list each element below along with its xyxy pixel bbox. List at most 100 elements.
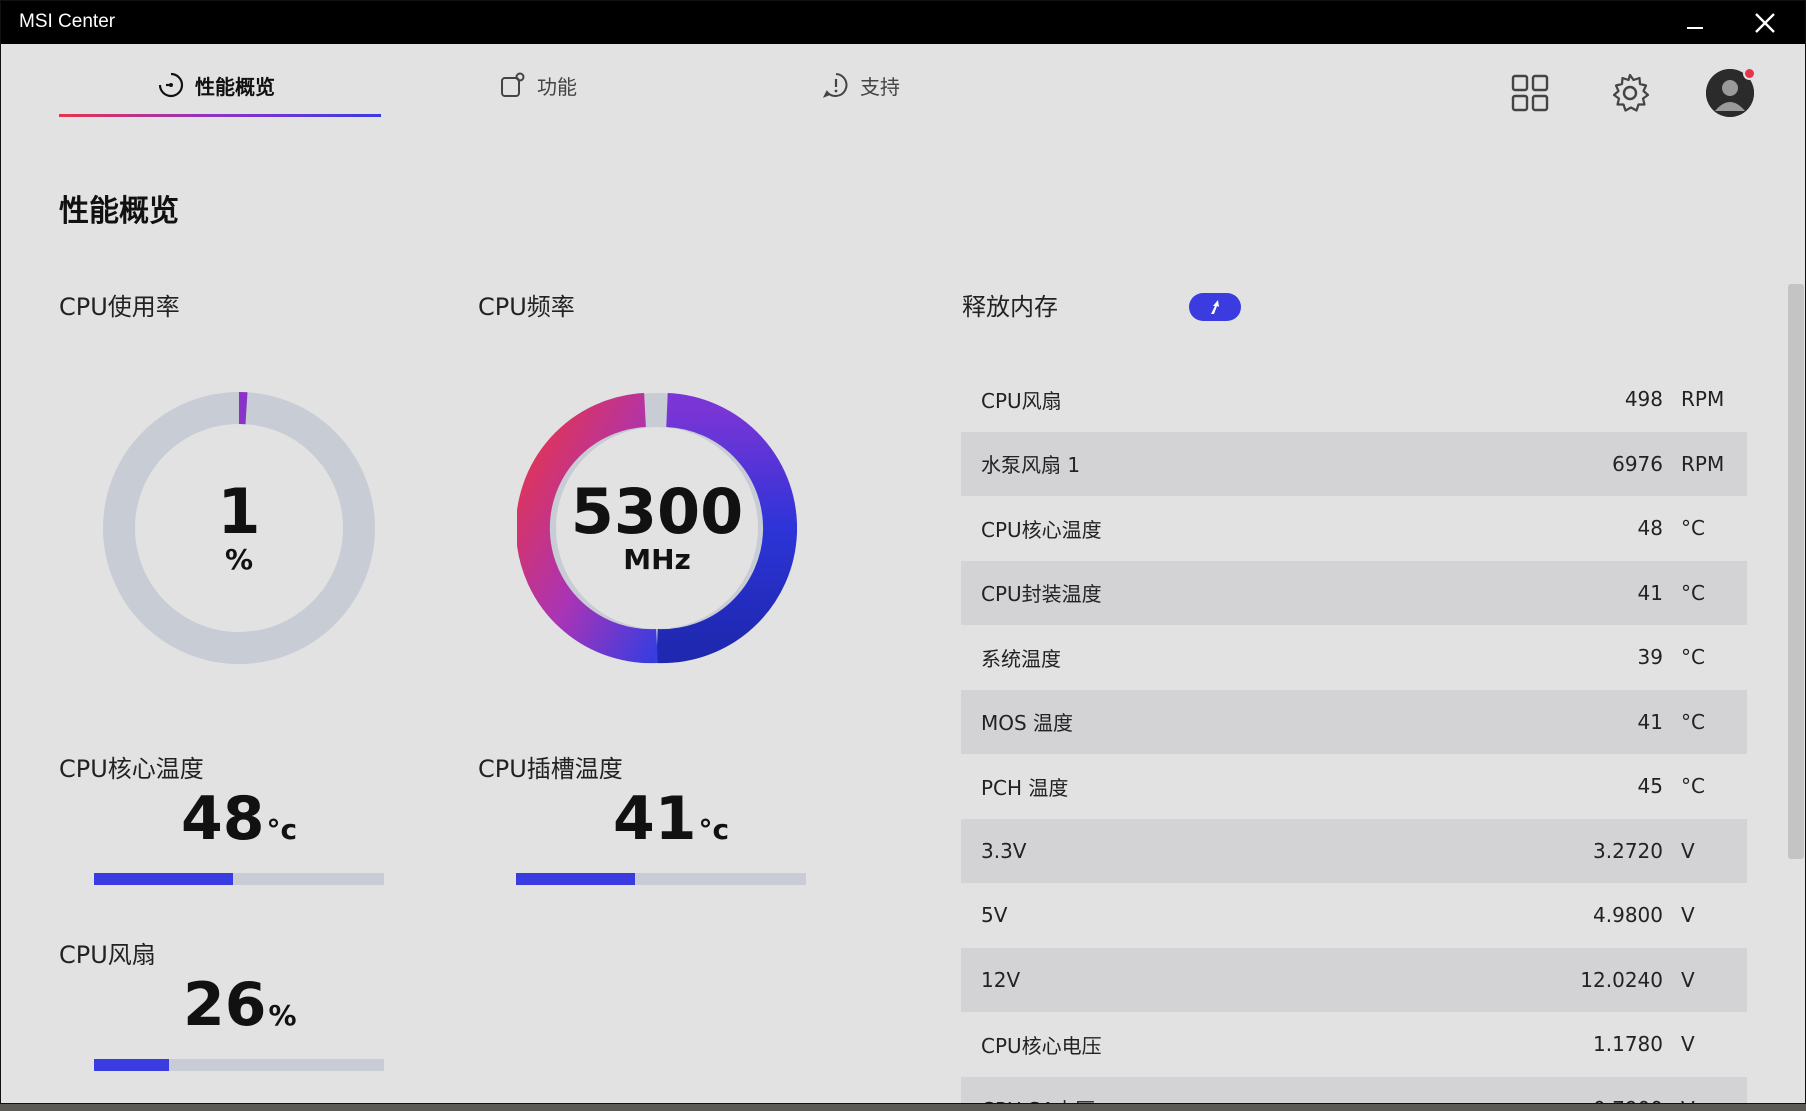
core-temp-unit: °c bbox=[266, 813, 298, 846]
cpu-fan-readout: 26 % bbox=[183, 975, 297, 1035]
cpu-socket-temp-label: CPU插槽温度 bbox=[478, 755, 623, 783]
cpu-core-temp-readout: 48 °c bbox=[181, 789, 297, 849]
table-row: 5V 4.9800 V bbox=[961, 883, 1747, 948]
cpu-usage-gauge: 1 % bbox=[99, 388, 379, 668]
sensor-name: CPU风扇 bbox=[981, 388, 1062, 413]
sensor-name: 3.3V bbox=[981, 838, 1027, 863]
sensor-value: 0.7900 bbox=[1593, 1097, 1663, 1103]
sensor-unit: °C bbox=[1681, 709, 1705, 734]
tab-features[interactable]: 功能 bbox=[499, 65, 577, 105]
msi-center-window: MSI Center 性能概览 功能 支持 性能概览 CPU使用率 1 % CP… bbox=[0, 0, 1806, 1104]
core-temp-value: 48 bbox=[181, 784, 265, 854]
sensor-value: 45 bbox=[1637, 774, 1663, 799]
title-bar: MSI Center bbox=[1, 1, 1805, 44]
gauge-readout: 5300 MHz bbox=[517, 388, 797, 668]
sensor-value: 12.0240 bbox=[1580, 967, 1663, 992]
cpu-freq-gauge: 5300 MHz bbox=[515, 388, 798, 668]
scrollbar[interactable] bbox=[1788, 284, 1804, 859]
sensor-name: 5V bbox=[981, 903, 1008, 928]
table-row: MOS 温度 41 °C bbox=[961, 689, 1747, 754]
features-icon bbox=[501, 72, 525, 97]
core-temp-bar bbox=[94, 873, 384, 885]
table-row: 12V 12.0240 V bbox=[961, 947, 1747, 1012]
cpu-core-temp-label: CPU核心温度 bbox=[59, 755, 204, 783]
cpu-freq-label: CPU频率 bbox=[478, 293, 575, 321]
sensor-unit: °C bbox=[1681, 516, 1705, 541]
notification-dot bbox=[1743, 67, 1756, 80]
fan-value: 26 bbox=[183, 970, 267, 1040]
boost-arrow-icon bbox=[1211, 300, 1219, 314]
release-memory-label: 释放内存 bbox=[962, 293, 1058, 321]
sensor-name: PCH 温度 bbox=[981, 775, 1069, 800]
tab-support[interactable]: 支持 bbox=[822, 65, 900, 105]
release-memory-button[interactable] bbox=[1189, 293, 1241, 321]
sensor-name: CPU核心温度 bbox=[981, 517, 1102, 542]
sensor-name: CPU SA电压 bbox=[981, 1094, 1095, 1103]
table-row: CPU核心电压 1.1780 V bbox=[961, 1012, 1747, 1077]
gear-icon bbox=[1612, 73, 1650, 112]
socket-temp-unit: °c bbox=[698, 813, 730, 846]
fan-bar-fill bbox=[94, 1059, 170, 1071]
sensor-unit: V bbox=[1681, 838, 1695, 863]
usage-value: 1 bbox=[217, 474, 261, 548]
sensor-value: 6976 bbox=[1612, 451, 1663, 476]
fan-unit: % bbox=[268, 999, 297, 1032]
table-row: CPU封装温度 41 °C bbox=[961, 560, 1747, 625]
window-title: MSI Center bbox=[19, 11, 116, 32]
gauge-readout: 1 % bbox=[99, 388, 379, 668]
close-button[interactable] bbox=[1735, 1, 1795, 44]
sensor-unit: °C bbox=[1681, 580, 1705, 605]
sensor-value: 3.2720 bbox=[1593, 838, 1663, 863]
core-temp-bar-fill bbox=[94, 873, 234, 885]
sensor-value: 48 bbox=[1637, 516, 1663, 541]
table-row: PCH 温度 45 °C bbox=[961, 754, 1747, 819]
socket-temp-bar-fill bbox=[516, 873, 635, 885]
sensor-unit: V bbox=[1681, 967, 1695, 992]
active-tab-indicator bbox=[59, 114, 381, 117]
apps-button[interactable] bbox=[1506, 69, 1554, 117]
sensor-name: 12V bbox=[981, 967, 1021, 992]
sensor-unit: °C bbox=[1681, 645, 1705, 670]
gauge-icon bbox=[158, 72, 184, 98]
support-icon bbox=[822, 73, 848, 98]
fan-bar bbox=[94, 1059, 384, 1071]
sensor-name: 水泵风扇 1 bbox=[981, 453, 1081, 478]
sensor-name: CPU核心电压 bbox=[981, 1033, 1102, 1058]
table-row: CPU SA电压 0.7900 V bbox=[961, 1076, 1747, 1103]
socket-temp-value: 41 bbox=[613, 784, 697, 854]
tab-label: 功能 bbox=[537, 74, 577, 99]
sensor-unit: °C bbox=[1681, 774, 1705, 799]
grid-icon bbox=[1511, 74, 1549, 112]
tab-label: 性能概览 bbox=[195, 74, 275, 99]
table-row: 水泵风扇 1 6976 RPM bbox=[961, 431, 1747, 496]
sensor-unit: V bbox=[1681, 903, 1695, 928]
cpu-socket-temp-readout: 41 °c bbox=[613, 789, 729, 849]
sensor-value: 39 bbox=[1637, 645, 1663, 670]
sensor-unit: V bbox=[1681, 1032, 1695, 1057]
freq-unit: MHz bbox=[623, 542, 691, 576]
socket-temp-bar bbox=[516, 873, 806, 885]
sensor-name: MOS 温度 bbox=[981, 711, 1074, 736]
sensor-value: 498 bbox=[1624, 387, 1663, 412]
tab-performance-overview[interactable]: 性能概览 bbox=[157, 65, 275, 105]
table-row: 3.3V 3.2720 V bbox=[961, 818, 1747, 883]
sensor-value: 41 bbox=[1637, 580, 1663, 605]
tab-label: 支持 bbox=[860, 74, 900, 99]
sensor-unit: RPM bbox=[1681, 451, 1725, 476]
sensor-name: 系统温度 bbox=[981, 646, 1061, 671]
sensor-value: 41 bbox=[1637, 709, 1663, 734]
page-title: 性能概览 bbox=[59, 194, 179, 229]
cpu-fan-label: CPU风扇 bbox=[59, 941, 156, 969]
freq-value: 5300 bbox=[570, 474, 744, 548]
table-row: CPU核心温度 48 °C bbox=[961, 496, 1747, 561]
minimize-icon bbox=[1687, 26, 1703, 29]
cpu-usage-label: CPU使用率 bbox=[59, 293, 180, 321]
minimize-button[interactable] bbox=[1665, 1, 1725, 44]
table-row: CPU风扇 498 RPM bbox=[961, 367, 1747, 432]
sensor-name: CPU封装温度 bbox=[981, 582, 1102, 607]
sensor-unit: V bbox=[1681, 1097, 1695, 1103]
settings-button[interactable] bbox=[1606, 69, 1654, 117]
sensor-table: CPU风扇 498 RPM 水泵风扇 1 6976 RPM CPU核心温度 48 °C CPU封装… bbox=[961, 367, 1747, 1103]
avatar[interactable] bbox=[1706, 67, 1756, 117]
close-icon bbox=[1755, 12, 1775, 33]
